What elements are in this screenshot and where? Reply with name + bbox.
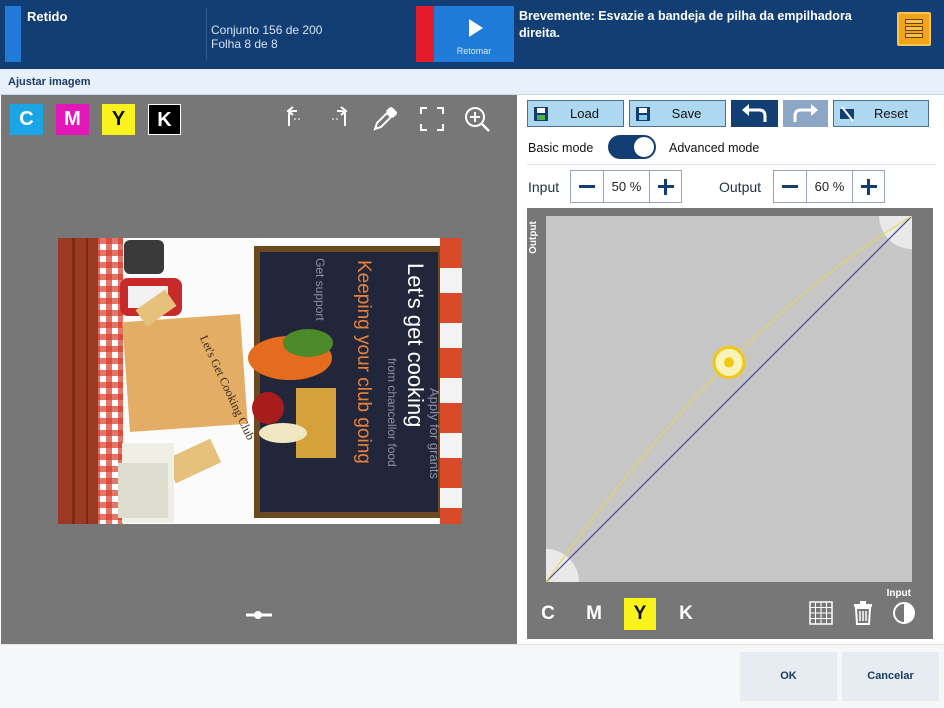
undo-button[interactable] xyxy=(731,100,778,127)
resume-button[interactable]: Retomar xyxy=(434,6,514,62)
input-stepper: 50 % xyxy=(570,170,682,203)
doc-chalkboard-faint-1: Get support xyxy=(313,258,327,321)
input-value[interactable]: 50 % xyxy=(603,171,650,202)
eyedropper-icon[interactable] xyxy=(371,105,399,133)
separation-y-button[interactable]: Y xyxy=(102,104,135,135)
curve-control-point-dot xyxy=(724,357,734,368)
separation-c-button[interactable]: C xyxy=(10,104,43,135)
doc-chalkboard-title: Let's get cooking xyxy=(403,263,428,427)
curve-y-axis-label: Output xyxy=(527,221,539,254)
curve-channel-c-button[interactable]: C xyxy=(532,598,564,630)
undo-icon xyxy=(742,104,767,122)
adjustment-panel: Load Save Reset Basic mode Advanced mode… xyxy=(517,95,944,644)
redo-icon xyxy=(793,104,818,122)
grid-icon[interactable] xyxy=(808,600,834,626)
curve-channel-k-button[interactable]: K xyxy=(670,598,702,630)
reset-button[interactable]: Reset xyxy=(833,100,929,127)
basic-mode-label: Basic mode xyxy=(528,141,594,155)
dialog-footer: OK Cancelar xyxy=(0,644,944,708)
doc-chalkboard-tagline: Keeping your club going xyxy=(353,260,374,464)
status-bar: Retido Conjunto 156 de 200 Folha 8 de 8 … xyxy=(0,0,944,69)
output-label: Output xyxy=(719,179,762,195)
page-title: Ajustar imagem xyxy=(8,76,91,88)
document-preview-image: Let's Get Cooking Club Let's get cooking… xyxy=(58,238,462,524)
reference-diagonal xyxy=(546,216,912,582)
redo-button[interactable] xyxy=(783,100,828,127)
status-divider xyxy=(206,8,207,60)
status-message: Brevemente: Esvazie a bandeja de pilha d… xyxy=(519,9,852,40)
separation-m-button[interactable]: M xyxy=(56,104,89,135)
tone-curve-graph[interactable] xyxy=(546,216,912,582)
tone-curve-panel: Output Input C M Y K xyxy=(527,208,933,639)
save-button[interactable]: Save xyxy=(629,100,726,127)
resume-label: Retomar xyxy=(456,46,492,56)
cancel-button[interactable]: Cancelar xyxy=(842,652,939,701)
job-set-count: Conjunto 156 de 200 xyxy=(211,23,323,37)
contrast-icon[interactable] xyxy=(891,600,917,626)
page-navigation-handle[interactable] xyxy=(244,607,274,623)
mode-toggle[interactable] xyxy=(608,135,656,159)
queue-icon xyxy=(905,19,923,24)
minus-icon xyxy=(782,185,798,188)
input-increase-button[interactable] xyxy=(650,171,682,202)
doc-chalkboard-faint-2: Apply for grants xyxy=(427,388,442,480)
rotate-right-icon[interactable] xyxy=(326,105,354,133)
toggle-knob xyxy=(634,137,654,157)
curve-x-axis-label: Input xyxy=(886,588,911,599)
divider xyxy=(527,164,936,165)
output-stepper: 60 % xyxy=(773,170,885,203)
trash-icon[interactable] xyxy=(850,600,876,626)
rotate-left-icon[interactable] xyxy=(280,105,308,133)
input-decrease-button[interactable] xyxy=(571,171,603,202)
curve-channel-m-button[interactable]: M xyxy=(578,598,610,630)
status-title: Retido xyxy=(27,9,68,24)
status-indicator xyxy=(5,6,21,62)
queue-button[interactable] xyxy=(897,12,931,46)
doc-chalkboard-faint-3: from chancellor food xyxy=(385,358,399,467)
zoom-in-icon[interactable] xyxy=(463,105,491,133)
advanced-mode-label: Advanced mode xyxy=(669,141,760,155)
input-label: Input xyxy=(528,179,560,195)
title-bar: Ajustar imagem xyxy=(0,69,944,95)
fit-screen-icon[interactable] xyxy=(418,105,446,133)
output-value[interactable]: 60 % xyxy=(806,171,853,202)
curve-channel-y-button[interactable]: Y xyxy=(624,598,656,630)
separation-k-button[interactable]: K xyxy=(148,104,181,135)
minus-icon xyxy=(579,185,595,188)
alert-indicator xyxy=(416,6,434,62)
image-preview-pane: C M Y K Let's Get Cooking Club Let's get… xyxy=(1,95,517,644)
output-increase-button[interactable] xyxy=(853,171,885,202)
ok-button[interactable]: OK xyxy=(740,652,837,701)
job-sheet-count: Folha 8 de 8 xyxy=(211,37,278,51)
load-button[interactable]: Load xyxy=(527,100,624,127)
output-decrease-button[interactable] xyxy=(774,171,806,202)
play-icon xyxy=(469,19,483,37)
